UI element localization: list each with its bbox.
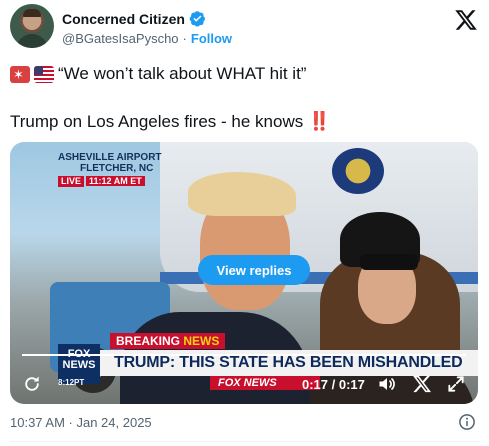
video-progress-fill (22, 354, 466, 356)
fox-logo-time: 8:12PT (58, 378, 85, 387)
follow-button[interactable]: Follow (191, 31, 232, 46)
tweet-quote: “We won’t talk about WHAT hit it” (58, 64, 307, 83)
divider (10, 441, 480, 442)
x-logo-icon[interactable] (454, 8, 478, 32)
view-replies-button[interactable]: View replies (198, 255, 310, 285)
author-display-name[interactable]: Concerned Citizen (62, 11, 185, 27)
double-exclamation-icon: ‼️ (307, 111, 330, 131)
location-line1: Asheville Airport (58, 152, 162, 163)
location-line2: Fletcher, NC (80, 163, 154, 174)
rotating-light-icon (10, 65, 30, 85)
author-handle-row: @BGatesIsaPyscho · Follow (62, 31, 232, 46)
tweet-caption: Trump on Los Angeles fires - he knows (10, 112, 304, 131)
volume-icon[interactable] (377, 374, 397, 394)
tweet-text-line2: Trump on Los Angeles fires - he knows ‼️ (10, 110, 330, 133)
author-handle[interactable]: @BGatesIsaPyscho (62, 31, 179, 46)
avatar[interactable] (10, 4, 54, 48)
us-flag-icon (34, 65, 54, 83)
info-icon[interactable] (458, 413, 476, 431)
breaking-news-tag: BREAKING NEWS (110, 333, 226, 349)
fullscreen-icon[interactable] (446, 374, 466, 394)
tweet-text-line1: “We won’t talk about WHAT hit it” (10, 64, 307, 85)
video-progress-bar[interactable] (22, 354, 466, 356)
x-logo-icon[interactable] (412, 374, 432, 394)
location-caption: Asheville Airport Fletcher, NC LIVE 11:12… (58, 152, 162, 187)
video-player[interactable]: Asheville Airport Fletcher, NC LIVE 11:12… (10, 142, 478, 404)
author-name-row: Concerned Citizen (62, 10, 206, 27)
live-time: 11:12 AM ET (86, 176, 145, 186)
tweet-timestamp[interactable]: 10:37 AM · Jan 24, 2025 (10, 415, 152, 430)
replay-icon[interactable] (22, 374, 42, 394)
live-badge: LIVE (58, 176, 85, 187)
handle-separator: · (182, 31, 187, 46)
video-time-readout: 0:17 / 0:17 (302, 377, 365, 392)
tweet-header: Concerned Citizen @BGatesIsaPyscho · Fol… (10, 4, 480, 50)
verified-badge-icon (189, 11, 205, 27)
presidential-seal-icon (332, 148, 384, 194)
